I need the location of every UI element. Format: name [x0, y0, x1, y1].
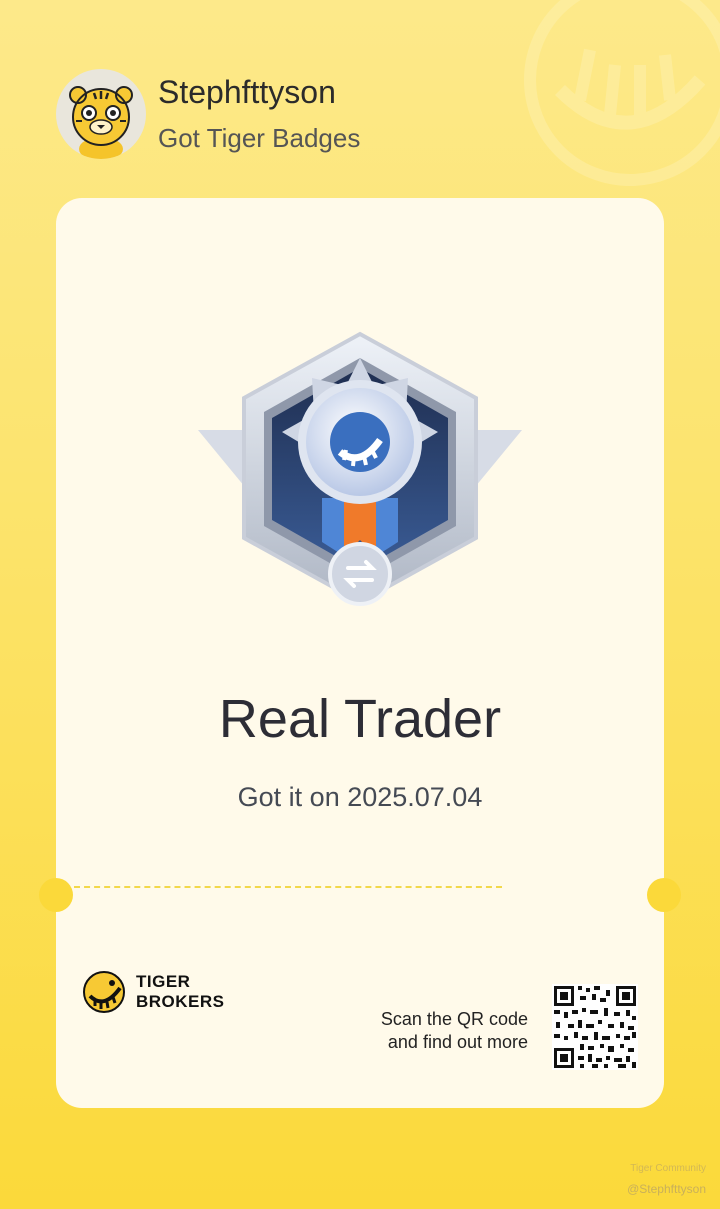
avatar — [56, 69, 146, 159]
scan-instructions: Scan the QR code and find out more — [381, 1008, 528, 1054]
ticket-notch-right — [647, 878, 681, 912]
qr-code-icon[interactable] — [552, 984, 638, 1070]
badge-card: Real Trader Got it on 2025.07.04 TIGER B… — [39, 198, 681, 1108]
tiger-brokers-logo: TIGER BROKERS — [82, 970, 225, 1014]
profile-header: Stephfttyson Got Tiger Badges — [56, 68, 360, 160]
logo-text-line1: TIGER — [136, 972, 191, 991]
username: Stephfttyson — [158, 74, 336, 110]
tiger-brokers-logo-icon — [83, 971, 125, 1013]
scan-text-line2: and find out more — [387, 1032, 528, 1052]
watermark: Tiger Community @Stephfttyson — [627, 1159, 706, 1199]
ticket-divider — [74, 886, 502, 888]
watermark-handle: @Stephfttyson — [627, 1182, 706, 1196]
card-footer: TIGER BROKERS Scan the QR code and find … — [56, 918, 664, 1108]
tiger-stripe-deco-icon — [524, 0, 720, 186]
real-trader-medal-icon — [198, 331, 522, 606]
ticket-notch-left — [39, 878, 73, 912]
scan-text-line1: Scan the QR code — [380, 1009, 528, 1029]
badge-date: Got it on 2025.07.04 — [237, 782, 483, 812]
logo-text-line2: BROKERS — [136, 992, 225, 1011]
tiger-avatar-icon — [69, 86, 133, 159]
watermark-brand: Tiger Community — [630, 1163, 706, 1174]
badge-title: Real Trader — [218, 689, 502, 749]
header-subtitle: Got Tiger Badges — [158, 123, 361, 153]
